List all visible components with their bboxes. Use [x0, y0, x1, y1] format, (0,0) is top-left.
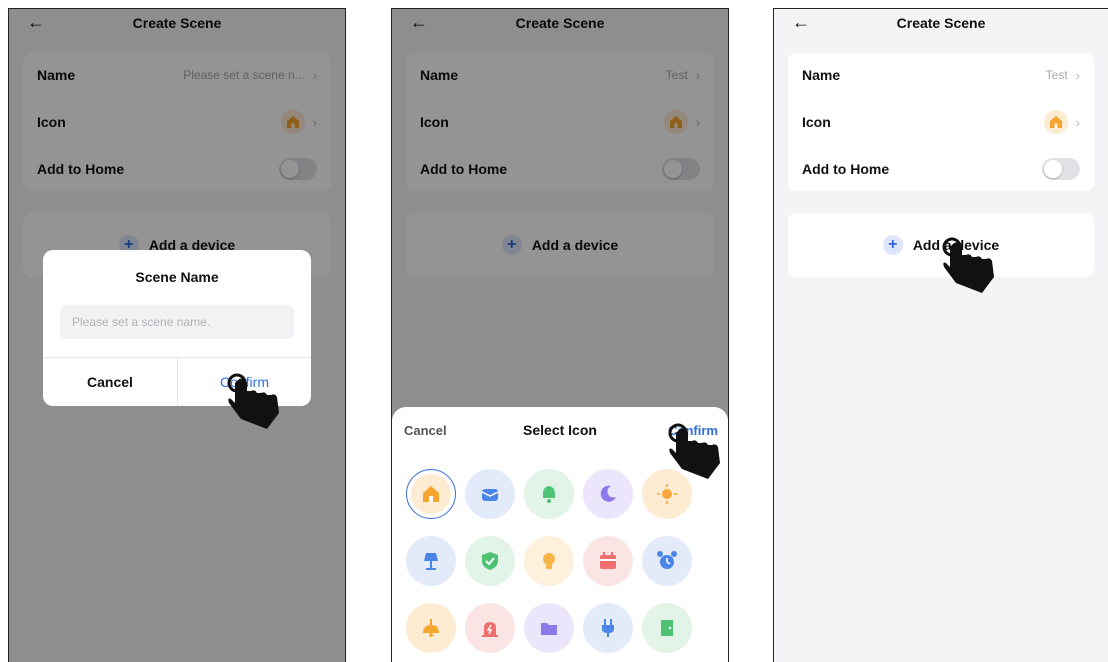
icon-row[interactable]: Icon ›: [802, 107, 1080, 137]
chevron-right-icon: ›: [1075, 114, 1080, 130]
page-title: Create Scene: [896, 15, 986, 31]
house-icon: [1043, 110, 1068, 134]
scene-name-input[interactable]: [60, 305, 294, 339]
name-label: Name: [802, 67, 841, 83]
tap-hand-icon: [668, 423, 720, 479]
dialog-title: Scene Name: [135, 269, 219, 285]
icon-label: Icon: [802, 114, 831, 130]
add-to-home-toggle[interactable]: [1042, 158, 1080, 180]
lightbulb-icon[interactable]: [524, 536, 574, 586]
chevron-right-icon: ›: [1075, 67, 1080, 83]
name-row[interactable]: Name Test ›: [802, 60, 1080, 90]
header: ← Create Scene: [774, 9, 1108, 39]
screen-scene-name-dialog: ← Create Scene Name Please set a scene n…: [8, 8, 346, 662]
alarm-clock-icon[interactable]: [642, 536, 692, 586]
screen-select-icon-sheet: ← Create Scene Name Test › Icon › Add to…: [391, 8, 729, 662]
siren-icon[interactable]: [465, 603, 515, 653]
add-to-home-row: Add to Home: [802, 154, 1080, 184]
mailbox-icon[interactable]: [465, 469, 515, 519]
add-to-home-label: Add to Home: [802, 161, 890, 177]
toggle-knob: [1044, 160, 1062, 178]
bell-icon[interactable]: [524, 469, 574, 519]
icon-grid: [406, 469, 716, 653]
calendar-icon[interactable]: [583, 536, 633, 586]
door-icon[interactable]: [642, 603, 692, 653]
plus-icon: +: [882, 235, 903, 255]
screen-create-scene: ← Create Scene Name Test › Icon › Add to…: [773, 8, 1108, 662]
name-value: Test: [1045, 68, 1068, 82]
lamp-icon[interactable]: [406, 536, 456, 586]
tap-hand-icon: [227, 373, 279, 429]
moon-icon[interactable]: [583, 469, 633, 519]
tap-hand-icon: [942, 237, 994, 293]
cancel-button[interactable]: Cancel: [43, 357, 177, 406]
shield-icon[interactable]: [465, 536, 515, 586]
add-device-button[interactable]: + Add a device: [788, 213, 1094, 277]
house-icon[interactable]: [406, 469, 456, 519]
folder-icon[interactable]: [524, 603, 574, 653]
plug-icon[interactable]: [583, 603, 633, 653]
ceiling-lamp-icon[interactable]: [406, 603, 456, 653]
